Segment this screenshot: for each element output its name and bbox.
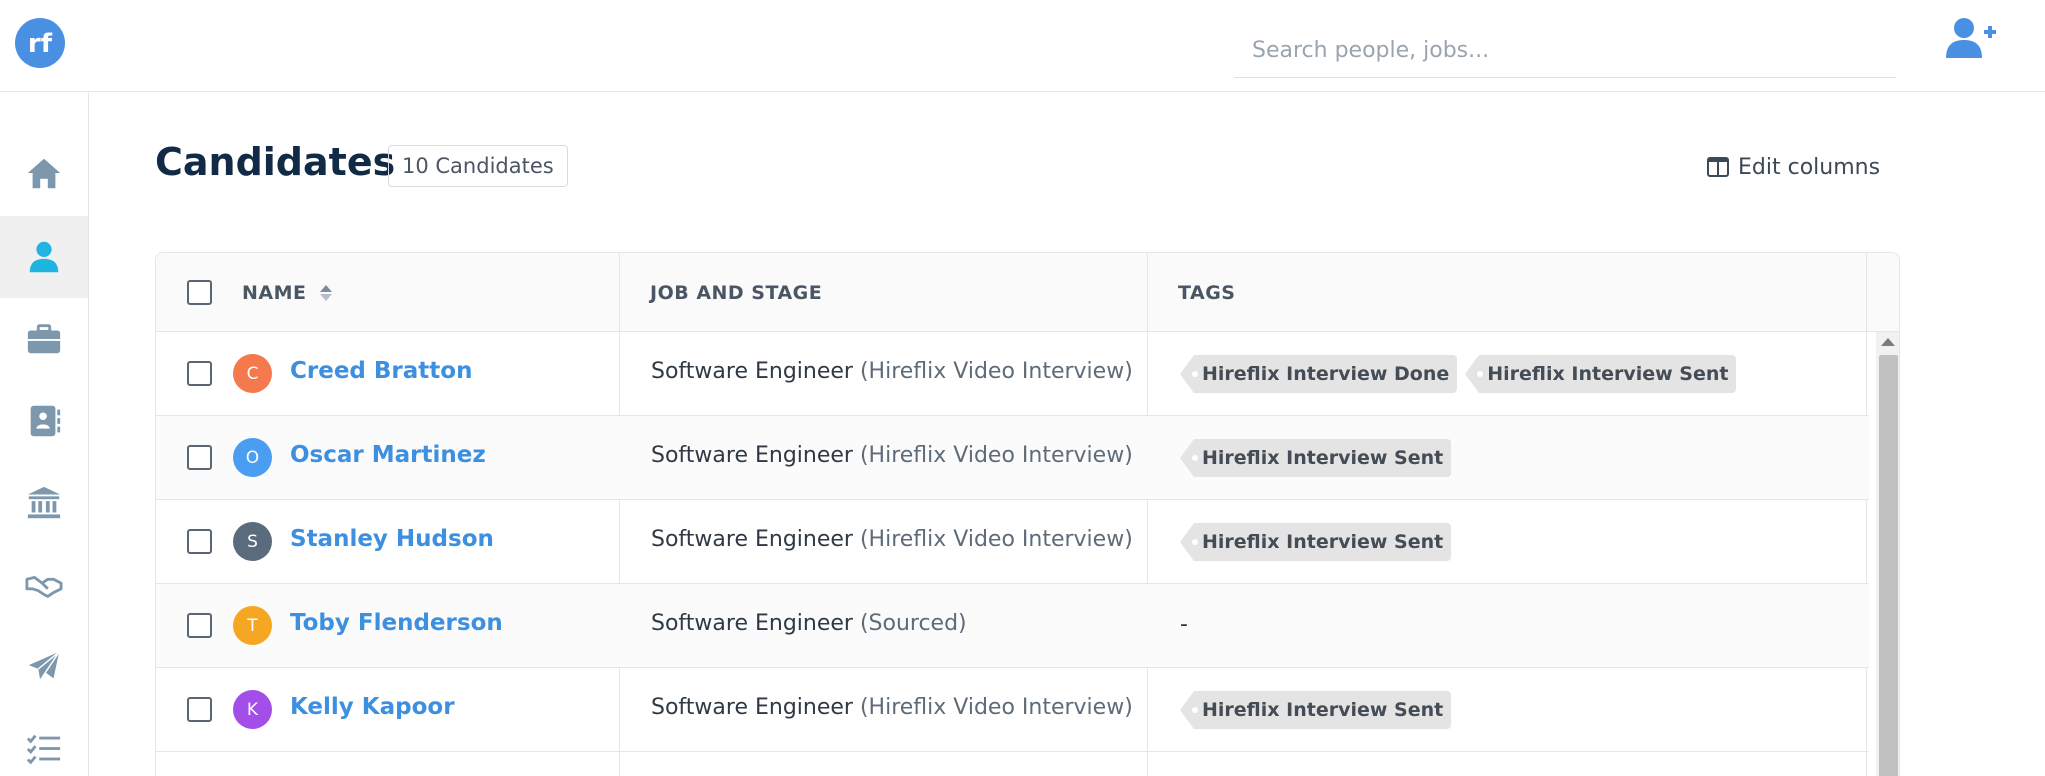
rf-logo-icon: rf: [28, 29, 53, 59]
job-title: Software Engineer: [651, 695, 853, 720]
avatar: K: [233, 690, 272, 729]
stage-label: (Hireflix Video Interview): [859, 359, 1133, 384]
sidebar-item-outreach[interactable]: [0, 626, 88, 708]
column-header-name[interactable]: NAME: [242, 253, 333, 332]
table-row[interactable]: T Toby Flenderson Software Engineer (Sourc…: [156, 584, 1869, 668]
tag-list: Hireflix Interview Sent: [1179, 523, 1459, 561]
avatar: O: [233, 438, 272, 477]
table-row[interactable]: K Kelly Kapoor Software Engineer (Hireflix…: [156, 668, 1869, 752]
stage-label: (Hireflix Video Interview): [859, 527, 1133, 552]
job-and-stage: Software Engineer (Hireflix Video Interv…: [651, 527, 1133, 552]
tag-badge[interactable]: Hireflix Interview Sent: [1179, 523, 1452, 561]
candidate-name-link[interactable]: Stanley Hudson: [290, 526, 494, 552]
row-checkbox[interactable]: [187, 697, 212, 722]
page-title: Candidates: [155, 140, 396, 184]
scroll-up-arrow-icon[interactable]: [1881, 338, 1895, 346]
tag-badge[interactable]: Hireflix Interview Sent: [1179, 439, 1452, 477]
tag-list: Hireflix Interview Sent: [1179, 439, 1459, 477]
edit-columns-button[interactable]: Edit columns: [1706, 152, 1880, 182]
search-input[interactable]: [1234, 24, 1896, 78]
briefcase-icon: [27, 324, 61, 354]
empty-tags: -: [1180, 612, 1188, 637]
logo-text: rf: [28, 29, 53, 59]
tag-list: Hireflix Interview Sent: [1179, 691, 1459, 729]
sidebar-item-contacts[interactable]: [0, 380, 88, 462]
candidate-name-link[interactable]: Oscar Martinez: [290, 442, 486, 468]
sidebar-item-companies[interactable]: [0, 462, 88, 544]
job-title: Software Engineer: [651, 443, 853, 468]
row-checkbox[interactable]: [187, 445, 212, 470]
bank-icon: [27, 486, 61, 519]
table-row[interactable]: C Creed Bratton Software Engineer (Hirefli…: [156, 332, 1869, 416]
paper-plane-icon: [28, 651, 60, 681]
row-checkbox[interactable]: [187, 361, 212, 386]
job-and-stage: Software Engineer (Hireflix Video Interv…: [651, 443, 1133, 468]
stage-label: (Hireflix Video Interview): [859, 695, 1133, 720]
edit-columns-label: Edit columns: [1738, 154, 1881, 180]
contact-book-icon: [30, 405, 61, 437]
handshake-icon: [25, 575, 63, 598]
task-list-icon: [26, 734, 61, 765]
tag-list: Hireflix Interview Done Hireflix Intervie…: [1179, 355, 1744, 393]
add-user-button[interactable]: [1944, 14, 1996, 62]
column-header-tags[interactable]: TAGS: [1178, 253, 1235, 332]
add-user-icon: [1946, 18, 1996, 58]
row-checkbox[interactable]: [187, 613, 212, 638]
avatar: C: [233, 354, 272, 393]
job-and-stage: Software Engineer (Sourced): [651, 611, 967, 636]
select-all-checkbox[interactable]: [187, 280, 212, 305]
job-and-stage: Software Engineer (Hireflix Video Interv…: [651, 359, 1133, 384]
sidebar: [0, 92, 89, 776]
tag-badge[interactable]: Hireflix Interview Sent: [1465, 355, 1737, 393]
table-row[interactable]: O Oscar Martinez Software Engineer (Hirefl…: [156, 416, 1869, 500]
sidebar-item-jobs[interactable]: [0, 298, 88, 380]
columns-icon: [1707, 157, 1729, 177]
column-header-job[interactable]: JOB AND STAGE: [650, 253, 822, 332]
scrollbar-thumb[interactable]: [1879, 355, 1898, 776]
candidate-name-link[interactable]: Toby Flenderson: [290, 610, 503, 636]
stage-label: (Hireflix Video Interview): [859, 443, 1133, 468]
sidebar-item-deals[interactable]: [0, 544, 88, 626]
row-checkbox[interactable]: [187, 529, 212, 554]
tag-badge[interactable]: Hireflix Interview Sent: [1179, 691, 1452, 729]
candidate-count-badge: 10 Candidates: [388, 145, 568, 187]
candidates-table: NAME JOB AND STAGE TAGS C Creed Bratton So…: [155, 252, 1900, 776]
table-header: NAME JOB AND STAGE TAGS: [156, 253, 1899, 332]
tag-badge[interactable]: Hireflix Interview Done: [1179, 355, 1458, 393]
sidebar-item-tasks[interactable]: [0, 708, 88, 776]
avatar: S: [233, 522, 272, 561]
home-icon: [27, 158, 61, 189]
job-and-stage: Software Engineer (Hireflix Video Interv…: [651, 695, 1133, 720]
top-bar: rf: [0, 0, 2045, 92]
table-row[interactable]: S Stanley Hudson Software Engineer (Hirefl…: [156, 500, 1869, 584]
stage-label: (Sourced): [859, 611, 967, 636]
column-header-name-label: NAME: [242, 281, 307, 304]
person-icon: [29, 241, 59, 273]
job-title: Software Engineer: [651, 359, 853, 384]
sidebar-item-home[interactable]: [0, 132, 88, 214]
candidate-name-link[interactable]: Creed Bratton: [290, 358, 472, 384]
job-title: Software Engineer: [651, 611, 853, 636]
logo[interactable]: rf: [15, 18, 65, 68]
sidebar-item-candidates[interactable]: [0, 216, 88, 298]
sort-icon[interactable]: [319, 283, 333, 303]
avatar: T: [233, 606, 272, 645]
candidate-name-link[interactable]: Kelly Kapoor: [290, 694, 455, 720]
job-title: Software Engineer: [651, 527, 853, 552]
